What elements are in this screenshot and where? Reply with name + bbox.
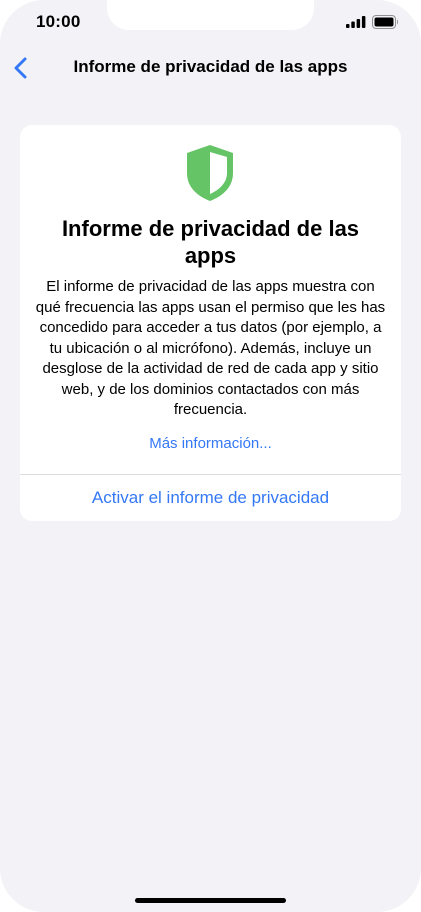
status-bar: 10:00 xyxy=(0,0,421,44)
status-time: 10:00 xyxy=(36,12,81,31)
navigation-bar: Informe de privacidad de las apps xyxy=(0,46,421,90)
notch xyxy=(107,0,314,30)
shield-icon xyxy=(187,145,233,201)
battery-icon xyxy=(372,15,398,29)
nav-title: Informe de privacidad de las apps xyxy=(73,57,348,76)
card-description: El informe de privacidad de las apps mue… xyxy=(35,278,386,418)
chevron-left-icon xyxy=(14,57,26,79)
activate-privacy-report-button[interactable]: Activar el informe de privacidad xyxy=(20,475,401,521)
privacy-report-card: Informe de privacidad de las apps El inf… xyxy=(20,125,401,521)
cellular-signal-icon xyxy=(346,16,366,28)
home-indicator xyxy=(135,898,286,903)
card-title: Informe de privacidad de las apps xyxy=(61,216,360,268)
more-info-link[interactable]: Más información... xyxy=(20,435,401,452)
phone-screen: 10:00 Informe de privacidad de las apps … xyxy=(0,0,421,912)
back-button[interactable] xyxy=(8,52,32,84)
